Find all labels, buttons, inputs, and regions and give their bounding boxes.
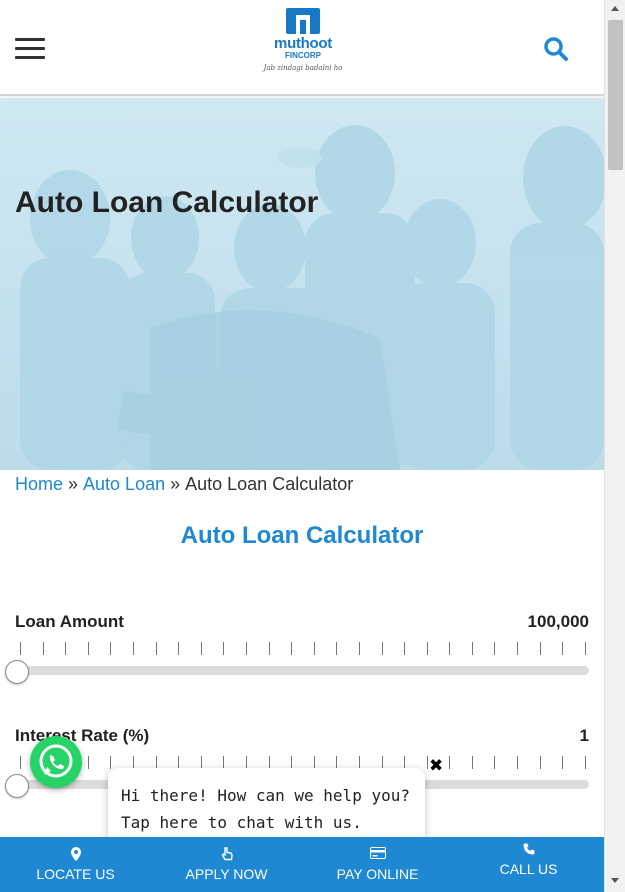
- whatsapp-icon[interactable]: [30, 736, 82, 788]
- slider-tick: [268, 642, 270, 655]
- scroll-up-arrow-icon[interactable]: [611, 6, 619, 11]
- site-header: muthoot FINCORP Jab zindagi badalni ho: [0, 0, 604, 96]
- slider-tick: [381, 642, 383, 655]
- hand-pointer-icon: [151, 847, 302, 861]
- logo-brand: muthoot: [274, 35, 332, 52]
- slider-tick: [358, 642, 360, 655]
- scrollbar-thumb[interactable]: [608, 20, 623, 170]
- logo-tagline: Jab zindagi badalni ho: [263, 64, 343, 72]
- breadcrumb-separator: »: [68, 474, 79, 494]
- slider-tick: [494, 756, 496, 769]
- nav-label: LOCATE US: [36, 866, 115, 882]
- hero-background-image: [20, 125, 604, 470]
- page-scrollbar[interactable]: [604, 0, 625, 892]
- slider-tick: [539, 756, 541, 769]
- bottom-nav: LOCATE US APPLY NOW PAY ONLINE CALL US: [0, 837, 604, 892]
- nav-apply-now[interactable]: APPLY NOW: [151, 837, 302, 892]
- chat-prompt-bubble[interactable]: Hi there! How can we help you? Tap here …: [108, 768, 425, 848]
- nav-pay-online[interactable]: PAY ONLINE: [302, 837, 453, 892]
- slider-tick: [449, 756, 451, 769]
- close-icon[interactable]: ✖: [429, 756, 443, 776]
- logo-mark-icon: [286, 8, 320, 34]
- slider-tick: [291, 642, 293, 655]
- loan-amount-handle[interactable]: [5, 660, 29, 684]
- nav-locate-us[interactable]: LOCATE US: [0, 837, 151, 892]
- slider-tick: [517, 756, 519, 769]
- slider-tick: [494, 642, 496, 655]
- slider-tick: [65, 642, 67, 655]
- slider-tick: [200, 642, 202, 655]
- nav-call-us[interactable]: CALL US: [453, 837, 604, 892]
- slider-tick: [87, 642, 89, 655]
- loan-amount-label: Loan Amount: [15, 612, 124, 631]
- slider-tick: [539, 642, 541, 655]
- slider-tick: [132, 642, 134, 655]
- interest-rate-handle[interactable]: [5, 774, 29, 798]
- slider-tick: [20, 642, 21, 655]
- slider-tick: [313, 642, 315, 655]
- loan-amount-track[interactable]: [15, 666, 589, 675]
- muthoot-logo[interactable]: muthoot FINCORP Jab zindagi badalni ho: [262, 8, 344, 78]
- slider-tick: [178, 642, 180, 655]
- slider-tick: [562, 756, 564, 769]
- slider-tick: [426, 642, 428, 655]
- breadcrumb: Home» Auto Loan» Auto Loan Calculator: [15, 474, 353, 495]
- interest-rate-value: 1: [579, 726, 589, 745]
- slider-tick: [471, 642, 473, 655]
- loan-amount-value: 100,000: [527, 612, 589, 631]
- slider-tick: [20, 756, 21, 769]
- nav-label: APPLY NOW: [185, 866, 268, 882]
- slider-tick: [584, 756, 586, 769]
- slider-tick: [404, 642, 406, 655]
- logo-sub: FINCORP: [285, 51, 321, 60]
- slider-tick: [155, 642, 157, 655]
- breadcrumb-home[interactable]: Home: [15, 474, 63, 494]
- slider-tick: [110, 642, 112, 655]
- slider-tick: [426, 756, 428, 769]
- slider-tick: [223, 642, 225, 655]
- slider-tick: [562, 642, 564, 655]
- slider-tick: [110, 756, 112, 769]
- slider-tick: [584, 642, 586, 655]
- credit-card-icon: [302, 847, 453, 861]
- breadcrumb-auto-loan[interactable]: Auto Loan: [83, 474, 165, 494]
- calculator-title: Auto Loan Calculator: [180, 522, 424, 549]
- slider-tick: [449, 642, 451, 655]
- breadcrumb-separator: »: [170, 474, 181, 494]
- map-pin-icon: [0, 847, 151, 861]
- slider-tick: [517, 642, 519, 655]
- loan-amount-ticks: [20, 642, 586, 656]
- hero-title: Auto Loan Calculator: [15, 186, 319, 219]
- hamburger-icon[interactable]: [15, 38, 45, 60]
- nav-label: PAY ONLINE: [336, 866, 419, 882]
- nav-label: CALL US: [499, 861, 558, 877]
- slider-tick: [245, 642, 247, 655]
- hero-banner: Auto Loan Calculator: [0, 98, 604, 470]
- scroll-down-arrow-icon[interactable]: [611, 878, 619, 883]
- phone-icon: [453, 843, 604, 857]
- slider-tick: [336, 642, 338, 655]
- loan-amount-slider: Loan Amount 100,000: [5, 612, 589, 692]
- slider-tick: [471, 756, 473, 769]
- slider-tick: [87, 756, 89, 769]
- search-icon[interactable]: [543, 36, 569, 62]
- page: muthoot FINCORP Jab zindagi badalni ho A…: [0, 0, 604, 892]
- breadcrumb-current: Auto Loan Calculator: [185, 474, 354, 494]
- slider-tick: [42, 642, 44, 655]
